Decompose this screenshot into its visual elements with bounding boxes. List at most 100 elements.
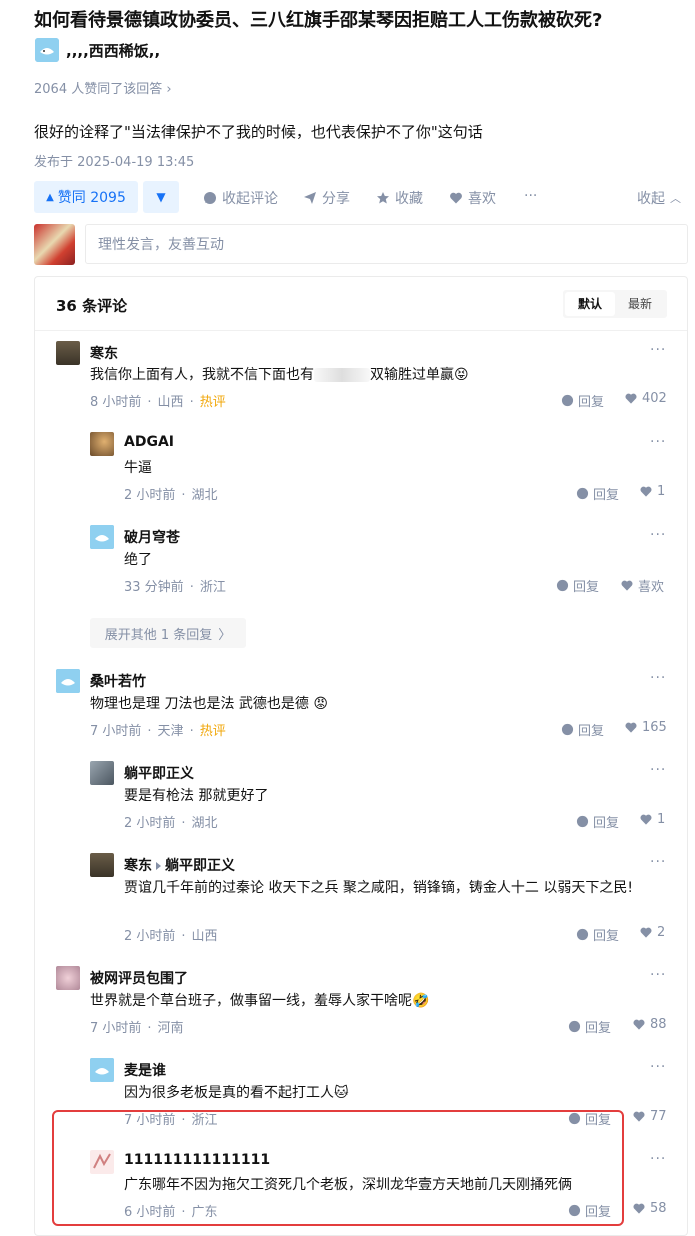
commenter-avatar[interactable] — [90, 761, 114, 785]
commenter-avatar[interactable] — [56, 966, 80, 990]
comment-more-button[interactable]: ··· — [650, 854, 666, 870]
commenter-name[interactable]: 麦是谁 — [124, 1060, 166, 1080]
commenter-name[interactable]: 被网评员包围了 — [90, 968, 188, 988]
reply-button[interactable]: 回复 — [576, 925, 619, 944]
comment-sort-toggle[interactable]: 默认 最新 — [563, 290, 667, 318]
comment-meta: 33 分钟前 · 浙江 — [124, 580, 226, 595]
comment-bubble-icon — [576, 928, 589, 941]
commenter-name[interactable]: ADGAI — [124, 434, 174, 450]
heart-icon — [640, 927, 652, 938]
commenter-avatar[interactable] — [90, 1058, 114, 1082]
comment-meta: 7 小时前 · 天津 · 热评 — [90, 724, 226, 739]
commenter-avatar[interactable] — [90, 853, 114, 877]
like-comment-button[interactable]: 58 — [632, 1201, 667, 1216]
hot-badge: 热评 — [199, 395, 226, 410]
heart-icon — [633, 1111, 645, 1122]
comment-more-button[interactable]: ··· — [650, 1151, 666, 1167]
comment-meta: 2 小时前 · 湖北 — [124, 488, 218, 503]
commenter-name[interactable]: 寒东 躺平即正义 — [124, 855, 235, 875]
like-comment-button[interactable]: 1 — [639, 484, 665, 499]
current-user-avatar — [34, 224, 75, 265]
comment-more-button[interactable]: ··· — [650, 762, 666, 778]
like-comment-button[interactable]: 165 — [624, 720, 667, 735]
share-button[interactable]: 分享 — [303, 188, 350, 208]
comment-bubble-icon — [204, 192, 216, 204]
favorite-button[interactable]: 收藏 — [376, 188, 423, 208]
commenter-name[interactable]: 躺平即正义 — [124, 763, 194, 783]
commenter-avatar[interactable] — [90, 525, 114, 549]
sort-latest-tab[interactable]: 最新 — [615, 292, 665, 316]
comment-bubble-icon — [576, 487, 589, 500]
author-name[interactable]: ,,,,西西稀饭,, — [66, 40, 160, 61]
more-actions-button[interactable]: ··· — [524, 188, 537, 204]
comment-more-button[interactable]: ··· — [650, 967, 666, 983]
comment-input[interactable]: 理性发言，友善互动 — [85, 224, 688, 264]
like-button[interactable]: 喜欢 — [449, 188, 496, 208]
author-avatar[interactable] — [35, 38, 59, 62]
reply-target-name[interactable]: 躺平即正义 — [165, 858, 235, 874]
emoji: 😝 — [454, 367, 469, 383]
commenter-avatar[interactable] — [56, 669, 80, 693]
comment-bubble-icon — [561, 723, 574, 736]
triangle-up-icon: ▲ — [46, 191, 54, 203]
comment-text: 世界就是个草台班子，做事留一线，羞辱人家干啥呢🤣 — [90, 993, 430, 1009]
heart-icon — [625, 722, 637, 733]
paper-plane-icon — [304, 192, 316, 204]
comment-text: 我信你上面有人，我就不信下面也有 双输胜过单赢😝 — [90, 367, 469, 383]
heart-icon — [640, 486, 652, 497]
reply-button[interactable]: 回复 — [576, 484, 619, 503]
comment-text: 贾谊几千年前的过秦论 收天下之兵 聚之咸阳，销锋镝，铸金人十二 以弱天下之民! — [124, 880, 633, 896]
chevron-up-icon: ︿ — [670, 192, 681, 205]
heart-icon — [625, 393, 637, 404]
like-comment-button[interactable]: 1 — [639, 812, 665, 827]
commenter-name[interactable]: 破月穹苍 — [124, 527, 180, 547]
downvote-button[interactable]: ▼ — [143, 181, 179, 213]
reply-button[interactable]: 回复 — [576, 812, 619, 831]
comment-text: 物理也是理 刀法也是法 武德也是德 😡 — [90, 696, 328, 712]
answer-likes-summary[interactable]: 2064 人赞同了该回答 › — [34, 78, 172, 97]
collapse-comments-button[interactable]: 收起评论 — [203, 188, 278, 208]
comment-bubble-icon — [556, 579, 569, 592]
expand-replies-button[interactable]: 展开其他 1 条回复〉 — [90, 618, 246, 648]
like-comment-button[interactable]: 77 — [632, 1109, 667, 1124]
star-icon — [377, 192, 389, 204]
comment-more-button[interactable]: ··· — [650, 670, 666, 686]
reply-button[interactable]: 回复 — [561, 720, 604, 739]
like-comment-button[interactable]: 2 — [639, 925, 665, 940]
like-comment-button[interactable]: 喜欢 — [620, 576, 664, 595]
comment-text: 牛逼 — [124, 460, 152, 476]
comment-text: 要是有枪法 那就更好了 — [124, 788, 269, 804]
comment-more-button[interactable]: ··· — [650, 1059, 666, 1075]
comment-more-button[interactable]: ··· — [650, 434, 666, 450]
hot-badge: 热评 — [199, 724, 226, 739]
publish-time: 发布于 2025-04-19 13:45 — [34, 155, 195, 170]
like-comment-button[interactable]: 88 — [632, 1017, 667, 1032]
triangle-down-icon: ▼ — [156, 190, 166, 204]
commenter-avatar[interactable] — [90, 432, 114, 456]
sort-default-tab[interactable]: 默认 — [565, 292, 615, 316]
commenter-avatar[interactable] — [56, 341, 80, 365]
fold-answer-button[interactable]: 收起 ︿ — [637, 188, 681, 208]
question-title[interactable]: 如何看待景德镇政协委员、三八红旗手邵某琴因拒赔工人工伤款被砍死? — [34, 6, 602, 32]
reply-button[interactable]: 回复 — [556, 576, 599, 595]
highlight-box — [52, 1110, 624, 1226]
reply-button[interactable]: 回复 — [568, 1017, 611, 1036]
upvote-button[interactable]: ▲ 赞同 2095 — [34, 181, 138, 213]
comment-more-button[interactable]: ··· — [650, 527, 666, 543]
comment-text: 绝了 — [124, 552, 152, 568]
comment-bubble-icon — [568, 1020, 581, 1033]
comment-more-button[interactable]: ··· — [650, 342, 666, 358]
comment-text: 因为很多老板是真的看不起打工人🐱 — [124, 1085, 349, 1101]
commenter-name[interactable]: 桑叶若竹 — [90, 671, 146, 691]
blurred-text — [314, 368, 370, 382]
emoji: 🤣 — [412, 993, 430, 1009]
like-comment-button[interactable]: 402 — [624, 391, 667, 406]
commenter-name[interactable]: 寒东 — [90, 343, 118, 363]
comment-meta: 8 小时前 · 山西 · 热评 — [90, 395, 226, 410]
heart-icon — [633, 1019, 645, 1030]
heart-icon — [640, 814, 652, 825]
reply-button[interactable]: 回复 — [561, 391, 604, 410]
emoji: 😡 — [313, 696, 328, 712]
comments-divider — [35, 330, 687, 331]
comment-bubble-icon — [561, 394, 574, 407]
